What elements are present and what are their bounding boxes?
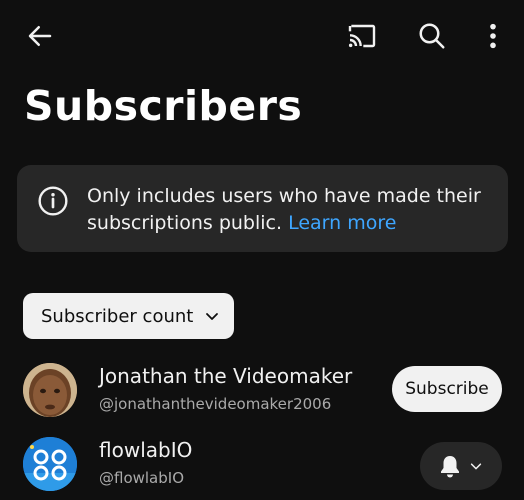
chevron-down-icon xyxy=(470,463,482,470)
cast-icon xyxy=(348,24,376,48)
top-app-bar xyxy=(0,0,524,72)
search-icon xyxy=(419,23,445,49)
subscriber-row[interactable]: Jonathan the Videomaker @jonathanthevide… xyxy=(0,358,524,422)
learn-more-link[interactable]: Learn more xyxy=(288,212,396,234)
info-text: Only includes users who have made their … xyxy=(87,183,487,237)
info-banner: Only includes users who have made their … xyxy=(17,165,508,252)
flowlab-logo-image xyxy=(23,437,77,491)
search-button[interactable] xyxy=(412,16,452,56)
back-button[interactable] xyxy=(20,18,60,54)
chevron-down-icon xyxy=(206,313,218,320)
subscriber-row[interactable]: flowlabIO @flowlabIO xyxy=(0,432,524,496)
channel-handle: @flowlabIO xyxy=(99,469,185,487)
sort-dropdown[interactable]: Subscriber count xyxy=(23,293,234,339)
avatar[interactable] xyxy=(23,437,77,491)
more-vertical-icon xyxy=(490,23,496,49)
notifications-button[interactable] xyxy=(420,442,502,490)
channel-name[interactable]: flowlabIO xyxy=(99,438,192,462)
page-title: Subscribers xyxy=(24,82,303,130)
bell-icon xyxy=(441,456,459,478)
sort-label: Subscriber count xyxy=(41,305,194,327)
cast-button[interactable] xyxy=(342,18,382,54)
face-avatar-image xyxy=(23,363,77,417)
more-options-button[interactable] xyxy=(478,16,508,56)
channel-handle: @jonathanthevideomaker2006 xyxy=(99,395,332,413)
avatar[interactable] xyxy=(23,363,77,417)
info-message: Only includes users who have made their … xyxy=(87,185,481,234)
channel-name[interactable]: Jonathan the Videomaker xyxy=(99,364,352,388)
arrow-left-icon xyxy=(28,26,52,46)
subscribe-button[interactable]: Subscribe xyxy=(392,366,502,412)
info-icon xyxy=(38,186,68,216)
